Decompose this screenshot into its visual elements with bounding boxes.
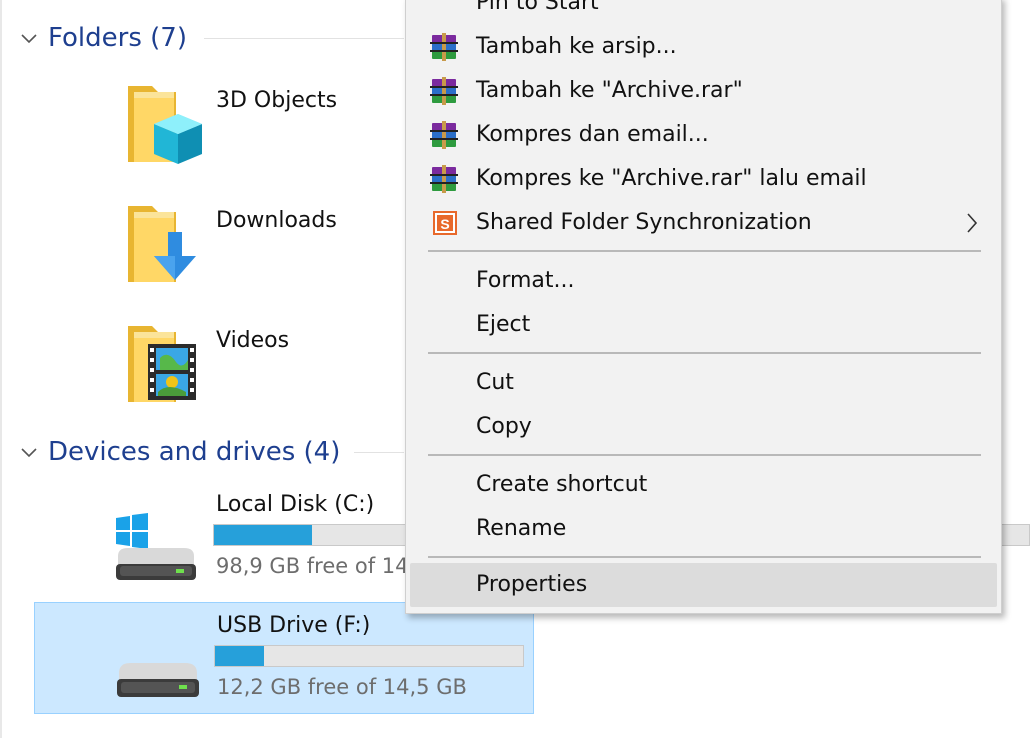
menu-item-label: Tambah ke "Archive.rar" xyxy=(476,78,743,103)
drive-usage-fill xyxy=(214,525,312,545)
downloads-folder-icon xyxy=(128,206,196,282)
menu-item-label: Create shortcut xyxy=(476,472,648,497)
folders-group-header[interactable]: Folders (7) xyxy=(18,20,187,56)
drive-usage-fill xyxy=(215,646,265,666)
menu-item-label: Kompres dan email... xyxy=(476,122,709,147)
devices-group-title: Devices and drives (4) xyxy=(48,437,341,467)
windows-drive-icon xyxy=(116,513,196,580)
folder-name: 3D Objects xyxy=(216,88,338,113)
chevron-down-icon xyxy=(21,448,37,458)
folders-group-rule xyxy=(204,38,404,39)
winrar-icon xyxy=(430,121,458,149)
menu-item-kompres-dan-email[interactable]: Kompres dan email... xyxy=(410,113,997,157)
drive-usage-bar xyxy=(214,645,524,667)
menu-separator xyxy=(428,352,981,354)
folder-item-3d-objects[interactable]: 3D Objects xyxy=(120,78,400,178)
menu-item-label: Cut xyxy=(476,370,514,395)
menu-item-create-shortcut[interactable]: Create shortcut xyxy=(410,463,997,507)
menu-item-label: Shared Folder Synchronization xyxy=(476,210,812,235)
folder-item-videos[interactable]: Videos xyxy=(120,318,400,418)
menu-separator xyxy=(428,454,981,456)
menu-item-pin-to-start[interactable]: Pin to Start xyxy=(410,0,997,25)
drive-free-space: 98,9 GB free of 145 xyxy=(216,554,422,578)
menu-item-label: Kompres ke "Archive.rar" lalu email xyxy=(476,166,867,191)
menu-separator xyxy=(428,556,981,558)
menu-item-rename[interactable]: Rename xyxy=(410,507,997,551)
menu-item-label: Properties xyxy=(476,572,588,597)
videos-folder-icon xyxy=(128,326,196,402)
drive-name: USB Drive (F:) xyxy=(217,613,371,638)
menu-item-format[interactable]: Format... xyxy=(410,259,997,303)
menu-item-kompres-ke-archive-rar-lalu-email[interactable]: Kompres ke "Archive.rar" lalu email xyxy=(410,157,997,201)
menu-item-tambah-ke-archive-rar[interactable]: Tambah ke "Archive.rar" xyxy=(410,69,997,113)
menu-separator xyxy=(428,250,981,252)
winrar-icon xyxy=(430,165,458,193)
drive-item-usb-f[interactable]: USB Drive (F:) 12,2 GB free of 14,5 GB xyxy=(34,602,534,714)
svg-text:S: S xyxy=(440,216,449,232)
menu-item-label: Format... xyxy=(476,268,575,293)
menu-item-label: Copy xyxy=(476,414,532,439)
usb-drive-icon xyxy=(117,663,199,697)
context-menu: Pin to Start Tambah ke arsip... Tambah k… xyxy=(405,0,1002,614)
folder-name: Downloads xyxy=(216,208,337,233)
menu-item-label: Eject xyxy=(476,312,531,337)
menu-item-shared-folder-sync[interactable]: S Shared Folder Synchronization xyxy=(410,201,997,245)
left-pane-border xyxy=(0,0,2,738)
winrar-icon xyxy=(430,33,458,61)
menu-item-cut[interactable]: Cut xyxy=(410,361,997,405)
folders-group-title: Folders (7) xyxy=(48,23,187,53)
menu-item-tambah-ke-arsip[interactable]: Tambah ke arsip... xyxy=(410,25,997,69)
devices-group-rule xyxy=(354,452,404,453)
folder-item-downloads[interactable]: Downloads xyxy=(120,198,400,298)
menu-item-label: Tambah ke arsip... xyxy=(476,34,677,59)
chevron-right-icon xyxy=(967,213,978,233)
chevron-down-icon xyxy=(21,34,37,44)
shared-folder-sync-icon: S xyxy=(433,211,457,235)
menu-item-eject[interactable]: Eject xyxy=(410,303,997,347)
menu-item-properties[interactable]: Properties xyxy=(410,563,997,607)
drive-free-space: 12,2 GB free of 14,5 GB xyxy=(217,675,467,699)
menu-item-label: Rename xyxy=(476,516,567,541)
menu-item-copy[interactable]: Copy xyxy=(410,405,997,449)
menu-item-label: Pin to Start xyxy=(476,0,599,15)
drive-name: Local Disk (C:) xyxy=(216,492,375,517)
3d-objects-folder-icon xyxy=(128,86,202,164)
devices-group-header[interactable]: Devices and drives (4) xyxy=(18,434,340,470)
winrar-icon xyxy=(430,77,458,105)
folder-name: Videos xyxy=(216,328,290,353)
